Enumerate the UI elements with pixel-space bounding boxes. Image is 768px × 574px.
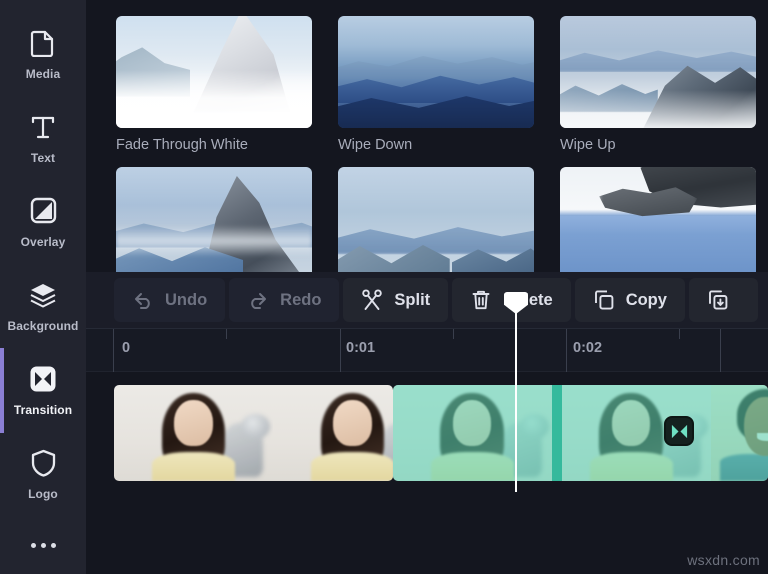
clip-thumbnail-strip xyxy=(392,385,768,481)
timeline-ruler[interactable]: 0 0:01 0:02 xyxy=(86,328,768,373)
ruler-tick-minor xyxy=(679,329,680,339)
copy-button[interactable]: Copy xyxy=(574,278,685,322)
sidebar-item-media[interactable]: Media xyxy=(0,12,86,96)
transition-thumbnail[interactable] xyxy=(560,167,756,272)
clip-frame xyxy=(710,385,768,481)
left-sidebar: Media Text Overlay Background Transition… xyxy=(0,0,86,574)
thumbnail-art xyxy=(116,167,312,272)
transition-thumbnail[interactable] xyxy=(338,16,534,128)
layers-icon xyxy=(28,280,58,310)
transition-card-label: Wipe Up xyxy=(560,137,616,153)
document-icon xyxy=(28,28,58,58)
transition-card-label: Wipe Down xyxy=(338,137,413,153)
undo-arrow-icon xyxy=(132,289,154,311)
sidebar-item-logo[interactable]: Logo xyxy=(0,433,86,517)
ruler-label: 0:02 xyxy=(573,340,603,356)
transitions-gallery: Fade Through White Wipe Down Wipe Up xyxy=(86,0,768,272)
dot-icon xyxy=(50,542,56,548)
copy-icon xyxy=(593,289,615,311)
ruler-tick-minor xyxy=(453,329,454,339)
text-t-icon xyxy=(28,112,58,142)
scissors-icon xyxy=(361,289,383,311)
transition-marker-bar[interactable] xyxy=(551,385,562,481)
transition-icon xyxy=(671,424,687,438)
timeline-playhead[interactable] xyxy=(504,292,528,492)
timeline-area[interactable] xyxy=(86,292,768,574)
duplicate-download-icon xyxy=(707,289,729,311)
clip-frame xyxy=(273,385,393,481)
sidebar-item-overlay[interactable]: Overlay xyxy=(0,180,86,264)
undo-button[interactable]: Undo xyxy=(114,278,226,322)
ruler-tick xyxy=(340,329,341,373)
transition-card-4[interactable] xyxy=(116,167,312,272)
clip-thumbnail-strip xyxy=(114,385,393,481)
duplicate-download-button[interactable] xyxy=(688,278,758,322)
clipchamp-video-editor: Media Text Overlay Background Transition… xyxy=(0,0,768,574)
thumbnail-art xyxy=(560,167,756,272)
transition-card-fade-through-white[interactable]: Fade Through White xyxy=(116,16,312,153)
overlay-icon xyxy=(28,196,58,226)
sidebar-item-label: Background xyxy=(7,318,79,333)
trash-icon xyxy=(470,289,492,311)
sidebar-item-label: Media xyxy=(25,66,61,81)
main-panel: Fade Through White Wipe Down Wipe Up Und… xyxy=(86,0,768,574)
ruler-label: 0 xyxy=(122,340,131,356)
sidebar-item-label: Logo xyxy=(28,487,58,502)
transition-thumbnail[interactable] xyxy=(338,167,534,272)
ruler-tick xyxy=(566,329,567,373)
transition-card-5[interactable] xyxy=(338,167,534,272)
ruler-tick xyxy=(720,329,721,373)
transition-thumbnail[interactable] xyxy=(116,167,312,272)
split-label: Split xyxy=(394,290,431,309)
sidebar-item-transition[interactable]: Transition xyxy=(0,348,86,433)
transitions-row-2 xyxy=(116,167,768,272)
sidebar-item-label: Transition xyxy=(13,402,73,417)
sidebar-more-button[interactable] xyxy=(30,517,56,574)
transitions-row-1: Fade Through White Wipe Down Wipe Up xyxy=(116,16,768,153)
sidebar-item-label: Text xyxy=(30,150,56,165)
editor-toolbar: Undo Redo Split Copy xyxy=(86,272,768,328)
transition-card-6[interactable] xyxy=(560,167,756,272)
redo-arrow-icon xyxy=(247,289,269,311)
ruler-tick-minor xyxy=(226,329,227,339)
ruler-tick xyxy=(113,329,114,373)
ruler-label: 0:01 xyxy=(346,340,376,356)
sidebar-item-text[interactable]: Text xyxy=(0,96,86,180)
sidebar-item-label: Overlay xyxy=(20,234,66,249)
transition-badge-button[interactable] xyxy=(664,416,694,446)
transition-card-label: Fade Through White xyxy=(116,137,248,153)
redo-button[interactable]: Redo xyxy=(229,278,340,322)
redo-label: Redo xyxy=(280,290,322,309)
transition-thumbnail[interactable] xyxy=(116,16,312,128)
sidebar-item-background[interactable]: Background xyxy=(0,264,86,348)
thumbnail-art xyxy=(116,16,312,128)
timeline-clip-2[interactable] xyxy=(392,385,768,481)
shield-icon xyxy=(28,448,58,478)
clip-frame xyxy=(114,385,273,481)
clip-frame xyxy=(392,385,552,481)
thumbnail-art xyxy=(338,167,534,272)
transition-icon xyxy=(28,364,58,394)
dot-icon xyxy=(30,542,36,548)
split-button[interactable]: Split xyxy=(343,278,449,322)
watermark-text: wsxdn.com xyxy=(687,552,760,568)
transition-card-wipe-up[interactable]: Wipe Up xyxy=(560,16,756,153)
dot-icon xyxy=(40,542,46,548)
transition-card-wipe-down[interactable]: Wipe Down xyxy=(338,16,534,153)
transition-thumbnail[interactable] xyxy=(560,16,756,128)
undo-label: Undo xyxy=(165,290,208,309)
thumbnail-art xyxy=(338,16,534,128)
copy-label: Copy xyxy=(625,290,667,309)
thumbnail-art xyxy=(560,16,756,128)
timeline-clip-1[interactable] xyxy=(114,385,393,481)
